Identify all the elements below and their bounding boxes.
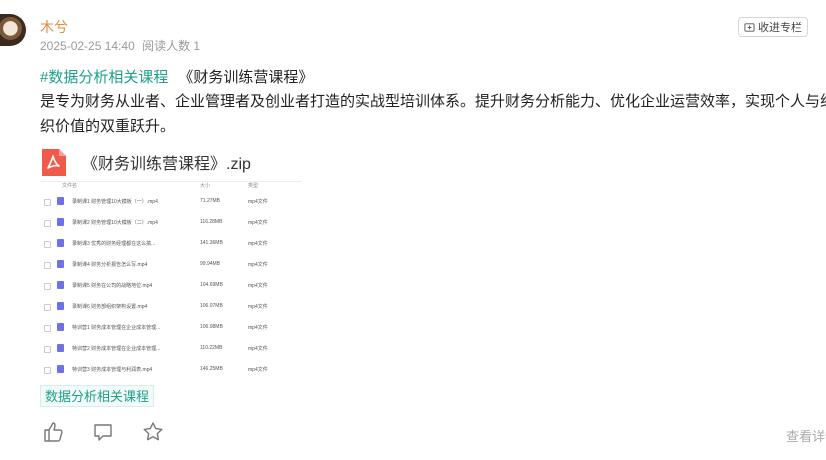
row-checkbox (44, 346, 51, 353)
file-row: 特训营1 财务成本管理在企业成本管理... 106.98MB mp4文件 (40, 318, 302, 339)
collect-icon (744, 22, 755, 32)
file-row: 录制课2 财务管理10大模板（二）.mp4 116.28MB mp4文件 (40, 213, 302, 234)
file-row: 录制课3 优秀的财务经理都在这么搞... 141.36MB mp4文件 (40, 234, 302, 255)
file-type: mp4文件 (248, 283, 268, 289)
file-name: 特训营2 财务成本管理在企业成本管理... (72, 346, 161, 352)
topic-tag[interactable]: 数据分析相关课程 (40, 385, 155, 407)
video-file-icon (57, 323, 64, 331)
file-size: 106.98MB (200, 324, 223, 330)
row-checkbox (44, 325, 51, 332)
author-name[interactable]: 木兮 (40, 17, 68, 37)
post-meta: 2025-02-25 14:40 阅读人数 1 (40, 37, 204, 54)
post-date: 2025-02-25 14:40 (40, 39, 135, 53)
file-type: mp4文件 (248, 220, 268, 226)
file-row: 录制课1 财务管理10大模板（一）.mp4 71.27MB mp4文件 (40, 192, 302, 213)
header-name: 文件名 (62, 183, 78, 189)
video-file-icon (57, 260, 64, 268)
file-name: 录制课2 财务管理10大模板（二）.mp4 (72, 220, 158, 226)
file-type: mp4文件 (248, 262, 268, 268)
file-size: 71.27MB (200, 198, 221, 204)
post-title-line: #数据分析相关课程 《财务训练营课程》 (40, 66, 313, 87)
row-checkbox (44, 241, 51, 248)
video-file-icon (57, 197, 64, 205)
view-details-link[interactable]: 查看详情 (786, 426, 826, 445)
file-type: mp4文件 (248, 304, 268, 310)
row-checkbox (44, 283, 51, 290)
course-title: 《财务训练营课程》 (178, 69, 314, 86)
file-size: 110.22MB (200, 345, 223, 351)
file-size: 99.94MB (200, 261, 221, 267)
row-checkbox (44, 304, 51, 311)
file-row: 录制课5 财务在公司的战略地位.mp4 104.69MB mp4文件 (40, 276, 302, 297)
row-checkbox (44, 262, 51, 269)
video-file-icon (57, 218, 64, 226)
file-row: 录制课6 财务部组织架构设置.mp4 106.07MB mp4文件 (40, 297, 302, 318)
file-row: 录制课4 财务分析报告怎么写.mp4 99.94MB mp4文件 (40, 255, 302, 276)
file-type: mp4文件 (248, 346, 268, 352)
video-file-icon (57, 365, 64, 373)
read-count: 阅读人数 1 (142, 39, 201, 53)
file-name: 录制课5 财务在公司的战略地位.mp4 (72, 283, 153, 289)
like-icon[interactable] (42, 421, 64, 443)
collect-label: 收进专栏 (758, 22, 802, 34)
file-type: mp4文件 (248, 241, 268, 247)
attachment-name: 《财务训练营课程》.zip (82, 156, 251, 173)
file-type: mp4文件 (248, 367, 268, 373)
header-type: 类型 (248, 183, 259, 189)
file-name: 录制课6 财务部组织架构设置.mp4 (72, 304, 148, 310)
video-file-icon (57, 281, 64, 289)
video-file-icon (57, 344, 64, 352)
file-name: 录制课3 优秀的财务经理都在这么搞... (72, 241, 156, 247)
hashtag-link[interactable]: #数据分析相关课程 (40, 69, 168, 86)
file-name: 录制课4 财务分析报告怎么写.mp4 (72, 262, 148, 268)
comment-icon[interactable] (92, 421, 114, 443)
file-type: mp4文件 (248, 199, 268, 205)
collect-to-column-button[interactable]: 收进专栏 (738, 17, 808, 37)
file-row: 特训营3 财务成本管理与利润表.mp4 146.25MB mp4文件 (40, 360, 302, 374)
file-list-screenshot: 文件名 大小 类型 录制课1 财务管理10大模板（一）.mp4 71.27MB mp… (40, 181, 302, 374)
header-size: 大小 (200, 183, 211, 189)
star-icon[interactable] (142, 421, 164, 443)
video-file-icon (57, 302, 64, 310)
post-description: 是专为财务从业者、企业管理者及创业者打造的实战型培训体系。提升财务分析能力、优化… (40, 93, 826, 135)
row-checkbox (44, 367, 51, 374)
pdf-file-icon (42, 148, 66, 176)
file-size: 104.69MB (200, 282, 223, 288)
file-name: 特训营3 财务成本管理与利润表.mp4 (72, 367, 153, 373)
row-checkbox (44, 199, 51, 206)
file-list-header: 文件名 大小 类型 (40, 182, 302, 190)
file-row: 特训营2 财务成本管理在企业成本管理... 110.22MB mp4文件 (40, 339, 302, 360)
file-name: 特训营1 财务成本管理在企业成本管理... (72, 325, 161, 331)
video-file-icon (57, 239, 64, 247)
row-checkbox (44, 220, 51, 227)
avatar[interactable] (0, 14, 26, 46)
file-size: 116.28MB (200, 219, 223, 225)
file-size: 141.36MB (200, 240, 223, 246)
attachment[interactable]: 《财务训练营课程》.zip (42, 148, 251, 176)
file-name: 录制课1 财务管理10大模板（一）.mp4 (72, 199, 158, 205)
file-type: mp4文件 (248, 325, 268, 331)
file-size: 106.07MB (200, 303, 223, 309)
file-size: 146.25MB (200, 366, 223, 372)
